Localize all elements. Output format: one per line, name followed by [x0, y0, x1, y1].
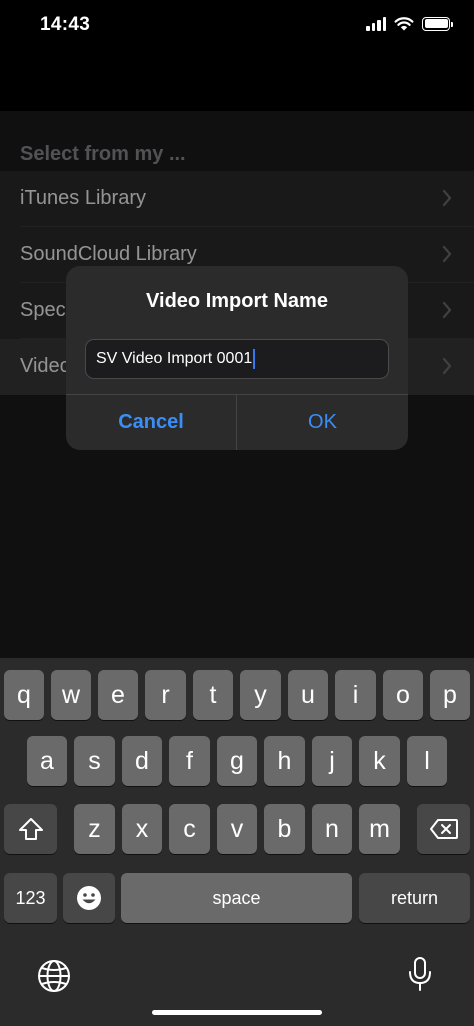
key-g[interactable]: g: [217, 736, 257, 786]
key-h[interactable]: h: [264, 736, 305, 786]
shift-key[interactable]: [4, 804, 57, 854]
backspace-icon: [429, 819, 458, 839]
key-i[interactable]: i: [335, 670, 376, 720]
dialog-title: Video Import Name: [146, 290, 328, 312]
status-icons: [366, 16, 453, 31]
numbers-key[interactable]: 123: [4, 873, 57, 923]
key-u[interactable]: u: [288, 670, 328, 720]
backspace-key[interactable]: [417, 804, 470, 854]
key-l[interactable]: l: [407, 736, 447, 786]
key-t[interactable]: t: [193, 670, 233, 720]
cancel-button[interactable]: Cancel: [66, 395, 236, 450]
key-y[interactable]: y: [240, 670, 281, 720]
home-indicator[interactable]: [152, 1010, 322, 1015]
return-key[interactable]: return: [359, 873, 470, 923]
emoji-key[interactable]: [63, 873, 115, 923]
key-x[interactable]: x: [122, 804, 162, 854]
key-f[interactable]: f: [169, 736, 210, 786]
space-key[interactable]: space: [121, 873, 352, 923]
key-d[interactable]: d: [122, 736, 162, 786]
key-p[interactable]: p: [430, 670, 470, 720]
import-name-input[interactable]: SV Video Import 0001: [85, 339, 389, 379]
shift-icon: [18, 818, 43, 840]
keyboard: q w e r t y u i o p a s d f g h j k l z …: [0, 658, 474, 1026]
key-s[interactable]: s: [74, 736, 115, 786]
key-e[interactable]: e: [98, 670, 138, 720]
key-a[interactable]: a: [27, 736, 67, 786]
emoji-icon: [77, 886, 101, 910]
microphone-icon[interactable]: [407, 956, 433, 992]
key-o[interactable]: o: [383, 670, 423, 720]
key-b[interactable]: b: [264, 804, 305, 854]
import-name-value: SV Video Import 0001: [96, 350, 253, 367]
key-k[interactable]: k: [359, 736, 400, 786]
key-r[interactable]: r: [145, 670, 186, 720]
wifi-icon: [394, 17, 414, 31]
key-q[interactable]: q: [4, 670, 44, 720]
key-j[interactable]: j: [312, 736, 352, 786]
key-w[interactable]: w: [51, 670, 91, 720]
text-caret: [253, 349, 256, 369]
key-v[interactable]: v: [217, 804, 257, 854]
ok-button[interactable]: OK: [237, 395, 408, 450]
status-time: 14:43: [40, 14, 91, 35]
status-bar: 14:43: [0, 0, 474, 111]
key-c[interactable]: c: [169, 804, 210, 854]
video-import-name-dialog: Video Import Name SV Video Import 0001 C…: [66, 266, 408, 450]
cellular-signal-icon: [366, 16, 386, 31]
globe-icon[interactable]: [37, 959, 71, 993]
key-z[interactable]: z: [74, 804, 115, 854]
battery-icon: [422, 16, 453, 31]
key-n[interactable]: n: [312, 804, 352, 854]
key-m[interactable]: m: [359, 804, 400, 854]
